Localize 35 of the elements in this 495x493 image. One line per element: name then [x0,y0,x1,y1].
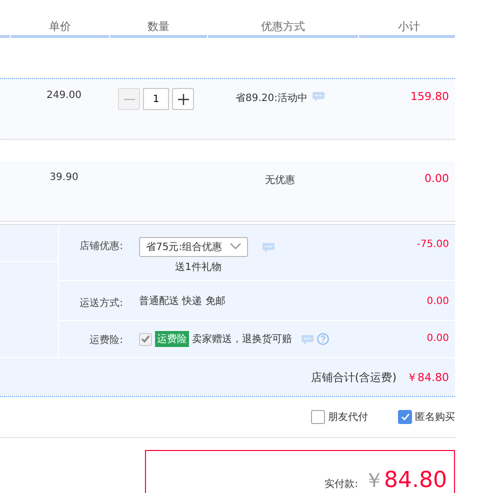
amount: 0.00 [426,295,450,307]
option-checkbox[interactable]: 朋友代付 [311,410,368,424]
insurance-text: 卖家赠送，退换货可赔 [192,332,292,346]
column-header: 优惠方式 [208,19,358,38]
quantity-field[interactable]: 1 [143,88,169,110]
payment-label: 实付款: [324,478,358,491]
plus-button[interactable] [172,88,194,110]
option-checkbox[interactable]: 匿名购买 [398,410,455,424]
plus-icon [178,94,188,104]
check-icon [400,413,410,421]
help-icon[interactable] [317,333,329,345]
subtotal: 159.80 [410,90,449,103]
field-label: 店铺优惠: [78,240,123,253]
insurance-tag: 运费险 [155,331,189,347]
column-header: 小计 [359,19,455,38]
amount: 0.00 [426,332,450,344]
unit-price: 249.00 [46,90,82,101]
store-total-label: 店铺合计(含运费) [310,370,396,384]
subtotal: 0.00 [424,172,449,185]
currency-symbol: ￥ [364,467,384,493]
chat-icon[interactable] [312,91,324,102]
column-header: 单价 [11,19,109,38]
unit-price: 39.90 [50,172,78,183]
chat-icon[interactable] [262,242,276,252]
discount-text: 无优惠 [265,174,295,187]
shipping-method: 普通配送 快递 免邮 [139,294,226,308]
field-label: 运费险: [88,334,123,347]
store-total: ￥84.80 [406,370,449,384]
amount: -75.00 [416,238,450,250]
field-label: 运送方式: [78,296,123,310]
discount-text: 省89.20:活动中 [236,92,308,105]
gift-note: 送1件礼物 [174,260,222,274]
column-header: 数量 [110,19,207,38]
discount-dropdown[interactable]: 省75元:组合优惠 [139,237,248,257]
payment-amount: 84.80 [384,468,447,493]
